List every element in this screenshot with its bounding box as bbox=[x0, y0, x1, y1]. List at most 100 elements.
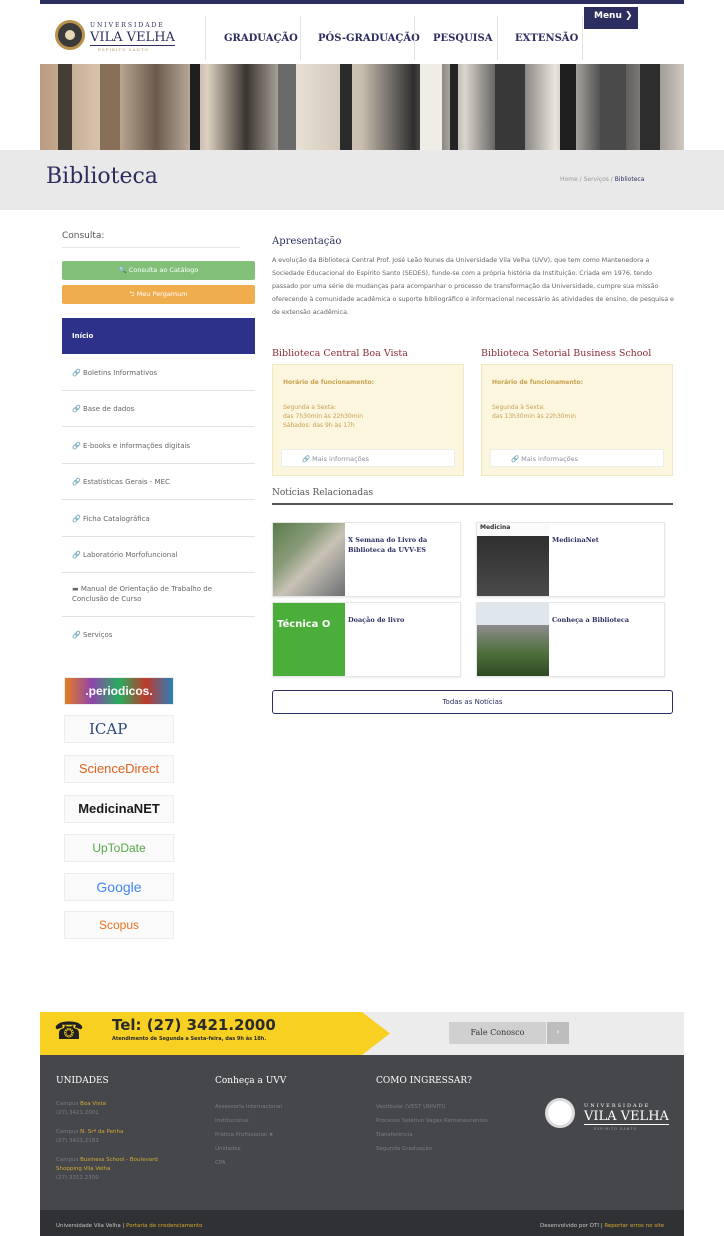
report-errors-link[interactable]: Reportar erros no site bbox=[604, 1223, 664, 1229]
sciencedirect-logo[interactable]: ScienceDirect bbox=[64, 755, 174, 783]
footer-unit[interactable]: Campus N. Srª da Penha (27) 3421.2183 bbox=[56, 1128, 176, 1146]
sidebar-item-label: Manual de Orientação de Trabalho de Conc… bbox=[72, 585, 212, 603]
phone-number[interactable]: Tel: (27) 3421.2000 bbox=[112, 1016, 276, 1034]
news-card[interactable]: Técnica O Doação de livro bbox=[272, 602, 461, 677]
news-thumbnail-text: Medicina bbox=[480, 524, 511, 531]
footer-link[interactable]: Segunda Graduação bbox=[376, 1142, 488, 1156]
periodicos-logo[interactable]: .periodicos. bbox=[64, 677, 174, 705]
sidebar-item-label: Laboratório Morfofuncional bbox=[82, 551, 178, 559]
sidebar-divider bbox=[62, 463, 255, 464]
medicinanet-logo[interactable]: MedicinaNET bbox=[64, 795, 174, 823]
news-card[interactable]: Conheça a Biblioteca bbox=[476, 602, 665, 677]
nav-graduacao[interactable]: GRADUAÇÃO bbox=[224, 33, 298, 44]
sidebar-item-label: Ficha Catalográfica bbox=[82, 515, 150, 523]
footer-unidades-title: UNIDADES bbox=[56, 1076, 109, 1086]
sidebar-divider bbox=[62, 390, 255, 391]
footer-logo-sub: ESPIRITO SANTO bbox=[594, 1127, 638, 1131]
nav-pos-graduacao[interactable]: PÓS-GRADUAÇÃO bbox=[318, 33, 420, 44]
unit-name: Boa Vista bbox=[80, 1101, 106, 1107]
breadcrumb-separator: / bbox=[579, 176, 582, 183]
hours-label: Horário de funcionamento: bbox=[492, 379, 584, 386]
footer-unit[interactable]: Campus Business School - Boulevard Shopp… bbox=[56, 1156, 166, 1183]
sidebar-item-base-de-dados[interactable]: 🔗 Base de dados bbox=[72, 404, 242, 414]
breadcrumb-home[interactable]: Home bbox=[560, 176, 578, 183]
scopus-logo[interactable]: Scopus bbox=[64, 911, 174, 939]
link-icon: 🔗 bbox=[72, 405, 83, 413]
sidebar-item-manual-tcc[interactable]: ▬ Manual de Orientação de Trabalho de Co… bbox=[72, 584, 242, 604]
sidebar-item-laboratorio[interactable]: 🔗 Laboratório Morfofuncional bbox=[72, 550, 242, 560]
pergamum-button[interactable]: ⮌ Meu Pergamum bbox=[62, 285, 255, 304]
hours-text: Segunda à Sexta: das 13h30min às 22h30mi… bbox=[492, 403, 576, 421]
apresentacao-title: Apresentação bbox=[272, 236, 342, 247]
sidebar-item-servicos[interactable]: 🔗 Serviços bbox=[72, 630, 242, 640]
unit-prefix: Campus bbox=[56, 1129, 81, 1135]
more-info-button[interactable]: 🔗 Mais informações bbox=[281, 449, 455, 467]
footer-link[interactable]: Transferência bbox=[376, 1128, 488, 1142]
sidebar-item-inicio[interactable]: Início bbox=[62, 318, 255, 354]
catalog-search-button[interactable]: 🔍 Consulta ao Catálogo bbox=[62, 261, 255, 280]
link-icon: 🔗 bbox=[302, 455, 313, 463]
sidebar-item-label: Base de dados bbox=[82, 405, 135, 413]
footer-link[interactable]: CPA bbox=[215, 1156, 282, 1170]
document-icon: ▬ bbox=[72, 585, 81, 593]
scopus-logo-text: Scopus bbox=[98, 918, 140, 932]
footer-logo-main[interactable]: VILA VELHA bbox=[584, 1109, 669, 1125]
nav-separator bbox=[414, 16, 415, 60]
hours-line: Segunda a Sexta: bbox=[283, 404, 336, 411]
news-card[interactable]: X Semana do Livro da Biblioteca da UVV-E… bbox=[272, 522, 461, 597]
link-icon: 🔗 bbox=[72, 551, 83, 559]
footer-credits: Desenvolvido por DTI | Reportar erros no… bbox=[540, 1223, 664, 1229]
sidebar-item-label: Serviços bbox=[82, 631, 113, 639]
logo-main-text[interactable]: VILA VELHA bbox=[90, 30, 175, 46]
phone-hours: Atendimento de Segunda a Sexta-feira, da… bbox=[112, 1036, 267, 1042]
news-thumbnail bbox=[273, 523, 345, 596]
footer-unit[interactable]: Campus Boa Vista (27) 3421.2001 bbox=[56, 1100, 176, 1118]
all-news-button[interactable]: Todas as Notícias bbox=[272, 690, 673, 714]
google-logo[interactable]: Google bbox=[64, 873, 174, 901]
nav-separator bbox=[497, 16, 498, 60]
footer-link[interactable]: Unidades bbox=[215, 1142, 282, 1156]
nav-extensao[interactable]: EXTENSÃO bbox=[515, 33, 578, 44]
medicinanet-logo-text: MedicinaNET bbox=[78, 801, 160, 816]
more-info-label: Mais informações bbox=[312, 455, 370, 463]
icap-logo-text: ICAP bbox=[89, 720, 128, 738]
noticias-title: Notícias Relacionadas bbox=[272, 488, 374, 498]
unit-prefix: Campus bbox=[56, 1101, 81, 1107]
university-seal-logo[interactable] bbox=[55, 20, 85, 50]
chevron-right-icon[interactable]: › bbox=[547, 1022, 569, 1044]
hours-line: Segunda à Sexta: bbox=[492, 404, 545, 411]
more-info-label: Mais informações bbox=[521, 455, 579, 463]
icap-logo[interactable]: ICAP bbox=[64, 715, 174, 743]
footer-link[interactable]: Processo Seletivo Vagas Remanescentes bbox=[376, 1114, 488, 1128]
nav-pesquisa[interactable]: PESQUISA bbox=[433, 33, 492, 44]
menu-button[interactable]: Menu ❯ bbox=[584, 7, 638, 29]
credenciamento-link[interactable]: Portaria de credenciamento bbox=[126, 1223, 202, 1229]
footer-link[interactable]: Assessoria Internacional bbox=[215, 1100, 282, 1114]
copyright-text: Universidade Vila Velha | bbox=[56, 1223, 127, 1229]
footer-university-seal[interactable] bbox=[545, 1098, 575, 1128]
breadcrumb: Home / Serviços / Biblioteca bbox=[560, 176, 644, 183]
sidebar-item-estatisticas[interactable]: 🔗 Estatísticas Gerais - MEC bbox=[72, 477, 242, 487]
nav-separator bbox=[300, 16, 301, 60]
fale-conosco-button[interactable]: Fale Conosco bbox=[449, 1022, 546, 1044]
footer-link[interactable]: Institucional bbox=[215, 1114, 282, 1128]
more-info-button[interactable]: 🔗 Mais informações bbox=[490, 449, 664, 467]
unit-prefix: Campus bbox=[56, 1157, 81, 1163]
sidebar-item-ficha[interactable]: 🔗 Ficha Catalográfica bbox=[72, 514, 242, 524]
news-card[interactable]: Medicina MedicinaNet bbox=[476, 522, 665, 597]
sidebar-item-boletins[interactable]: 🔗 Boletins Informativos bbox=[72, 368, 242, 378]
uptodate-logo[interactable]: UpToDate bbox=[64, 834, 174, 862]
breadcrumb-servicos[interactable]: Serviços bbox=[584, 176, 609, 183]
page-title: Biblioteca bbox=[46, 164, 158, 189]
link-icon: 🔗 bbox=[72, 369, 83, 377]
sidebar-divider bbox=[62, 572, 255, 573]
unit-phone: (27) 3421.2183 bbox=[56, 1138, 99, 1144]
consulta-label: Consulta: bbox=[62, 231, 105, 241]
hours-text: Segunda a Sexta: das 7h30min às 22h30min… bbox=[283, 403, 363, 430]
sidebar-item-ebooks[interactable]: 🔗 E-books e informações digitais bbox=[72, 441, 242, 451]
footer-link[interactable]: Prática Profissional ★ bbox=[215, 1128, 282, 1142]
news-thumbnail bbox=[477, 603, 549, 676]
link-icon: 🔗 bbox=[72, 631, 83, 639]
footer-link[interactable]: Vestibular (VEST UNIVITI) bbox=[376, 1100, 488, 1114]
footer-conheca-title: Conheça a UVV bbox=[215, 1076, 287, 1086]
